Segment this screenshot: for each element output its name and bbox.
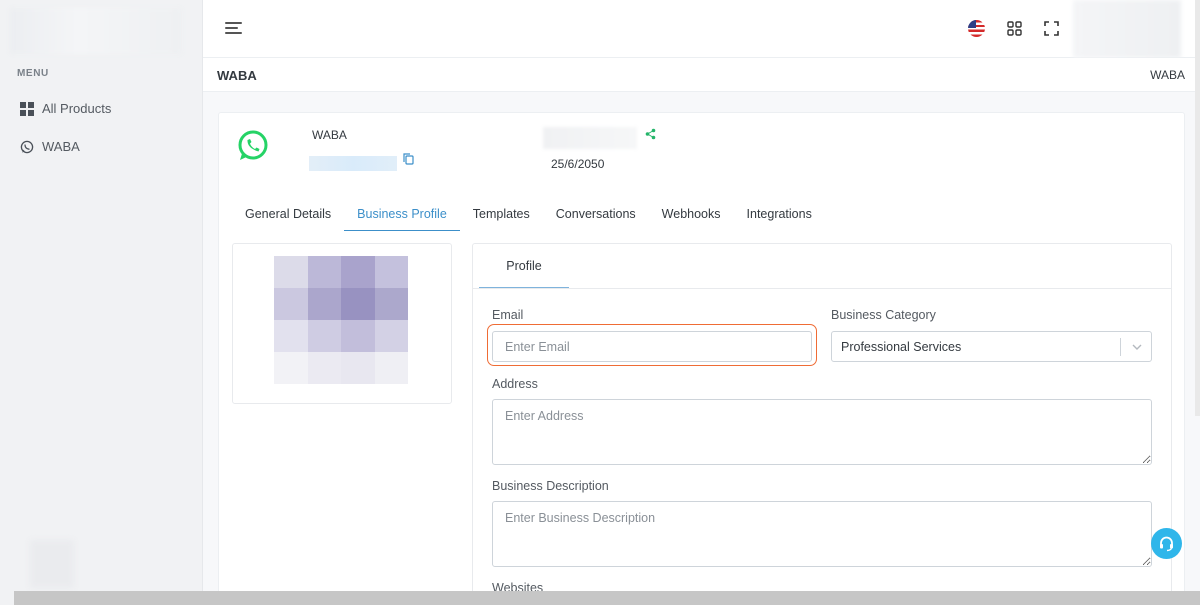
business-category-value: Professional Services [841,339,962,354]
business-description-label: Business Description [492,479,609,493]
fullscreen-icon[interactable] [1044,21,1059,36]
support-chat-button[interactable] [1151,528,1182,559]
sidebar-item-waba[interactable]: WABA [20,139,80,154]
sidebar-item-label: All Products [42,101,112,116]
select-separator [1120,338,1121,356]
vertical-scrollbar[interactable] [1195,0,1200,416]
tab-business-profile[interactable]: Business Profile [344,201,460,231]
sidebar-item-all-products[interactable]: All Products [20,101,111,116]
tab-integrations[interactable]: Integrations [734,201,825,231]
page-title-bar: WABA WABA [203,58,1200,92]
share-icon[interactable] [645,128,656,140]
headset-icon [1160,536,1173,552]
menu-title: MENU [17,68,49,79]
divider [473,288,1171,289]
sidebar-item-label: WABA [42,139,80,154]
horizontal-scrollbar[interactable] [14,591,1200,605]
us-flag-icon[interactable] [968,20,985,37]
sidebar: MENU All Products WABA [0,0,203,605]
tab-webhooks[interactable]: Webhooks [649,201,734,231]
phone-number-blurred [543,127,637,149]
business-category-select[interactable]: Professional Services [831,331,1152,362]
blurred-region [30,540,74,588]
email-field[interactable] [492,331,812,362]
business-description-field[interactable] [492,501,1152,567]
whatsapp-logo-icon [238,130,268,160]
apps-icon[interactable] [1007,21,1022,36]
business-category-label: Business Category [831,308,936,322]
account-id-blurred [309,156,397,171]
chevron-down-icon [1132,344,1142,350]
account-name: WABA [312,128,347,142]
page-title: WABA [217,68,257,83]
email-label: Email [492,308,524,322]
top-bar [203,0,1200,58]
account-date: 25/6/2050 [551,157,605,171]
waba-card: WABA 25/6/2050 General Details Business … [218,112,1185,605]
tab-templates[interactable]: Templates [460,201,543,231]
copy-icon[interactable] [403,153,414,165]
profile-picture-blurred [274,256,408,384]
tab-bar: General Details Business Profile Templat… [232,201,825,231]
profile-blurred [1073,0,1181,58]
profile-form-card: Profile Email Business Category Professi… [472,243,1172,605]
tab-conversations[interactable]: Conversations [543,201,649,231]
breadcrumb[interactable]: WABA [1150,68,1185,82]
grid-icon [20,101,34,116]
whatsapp-icon [20,140,34,153]
tab-general-details[interactable]: General Details [232,201,344,231]
menu-toggle-icon[interactable] [225,20,245,36]
address-label: Address [492,377,538,391]
profile-picture-box[interactable] [232,243,452,404]
tab-profile[interactable]: Profile [479,244,569,288]
logo-blurred [10,8,182,54]
address-field[interactable] [492,399,1152,465]
